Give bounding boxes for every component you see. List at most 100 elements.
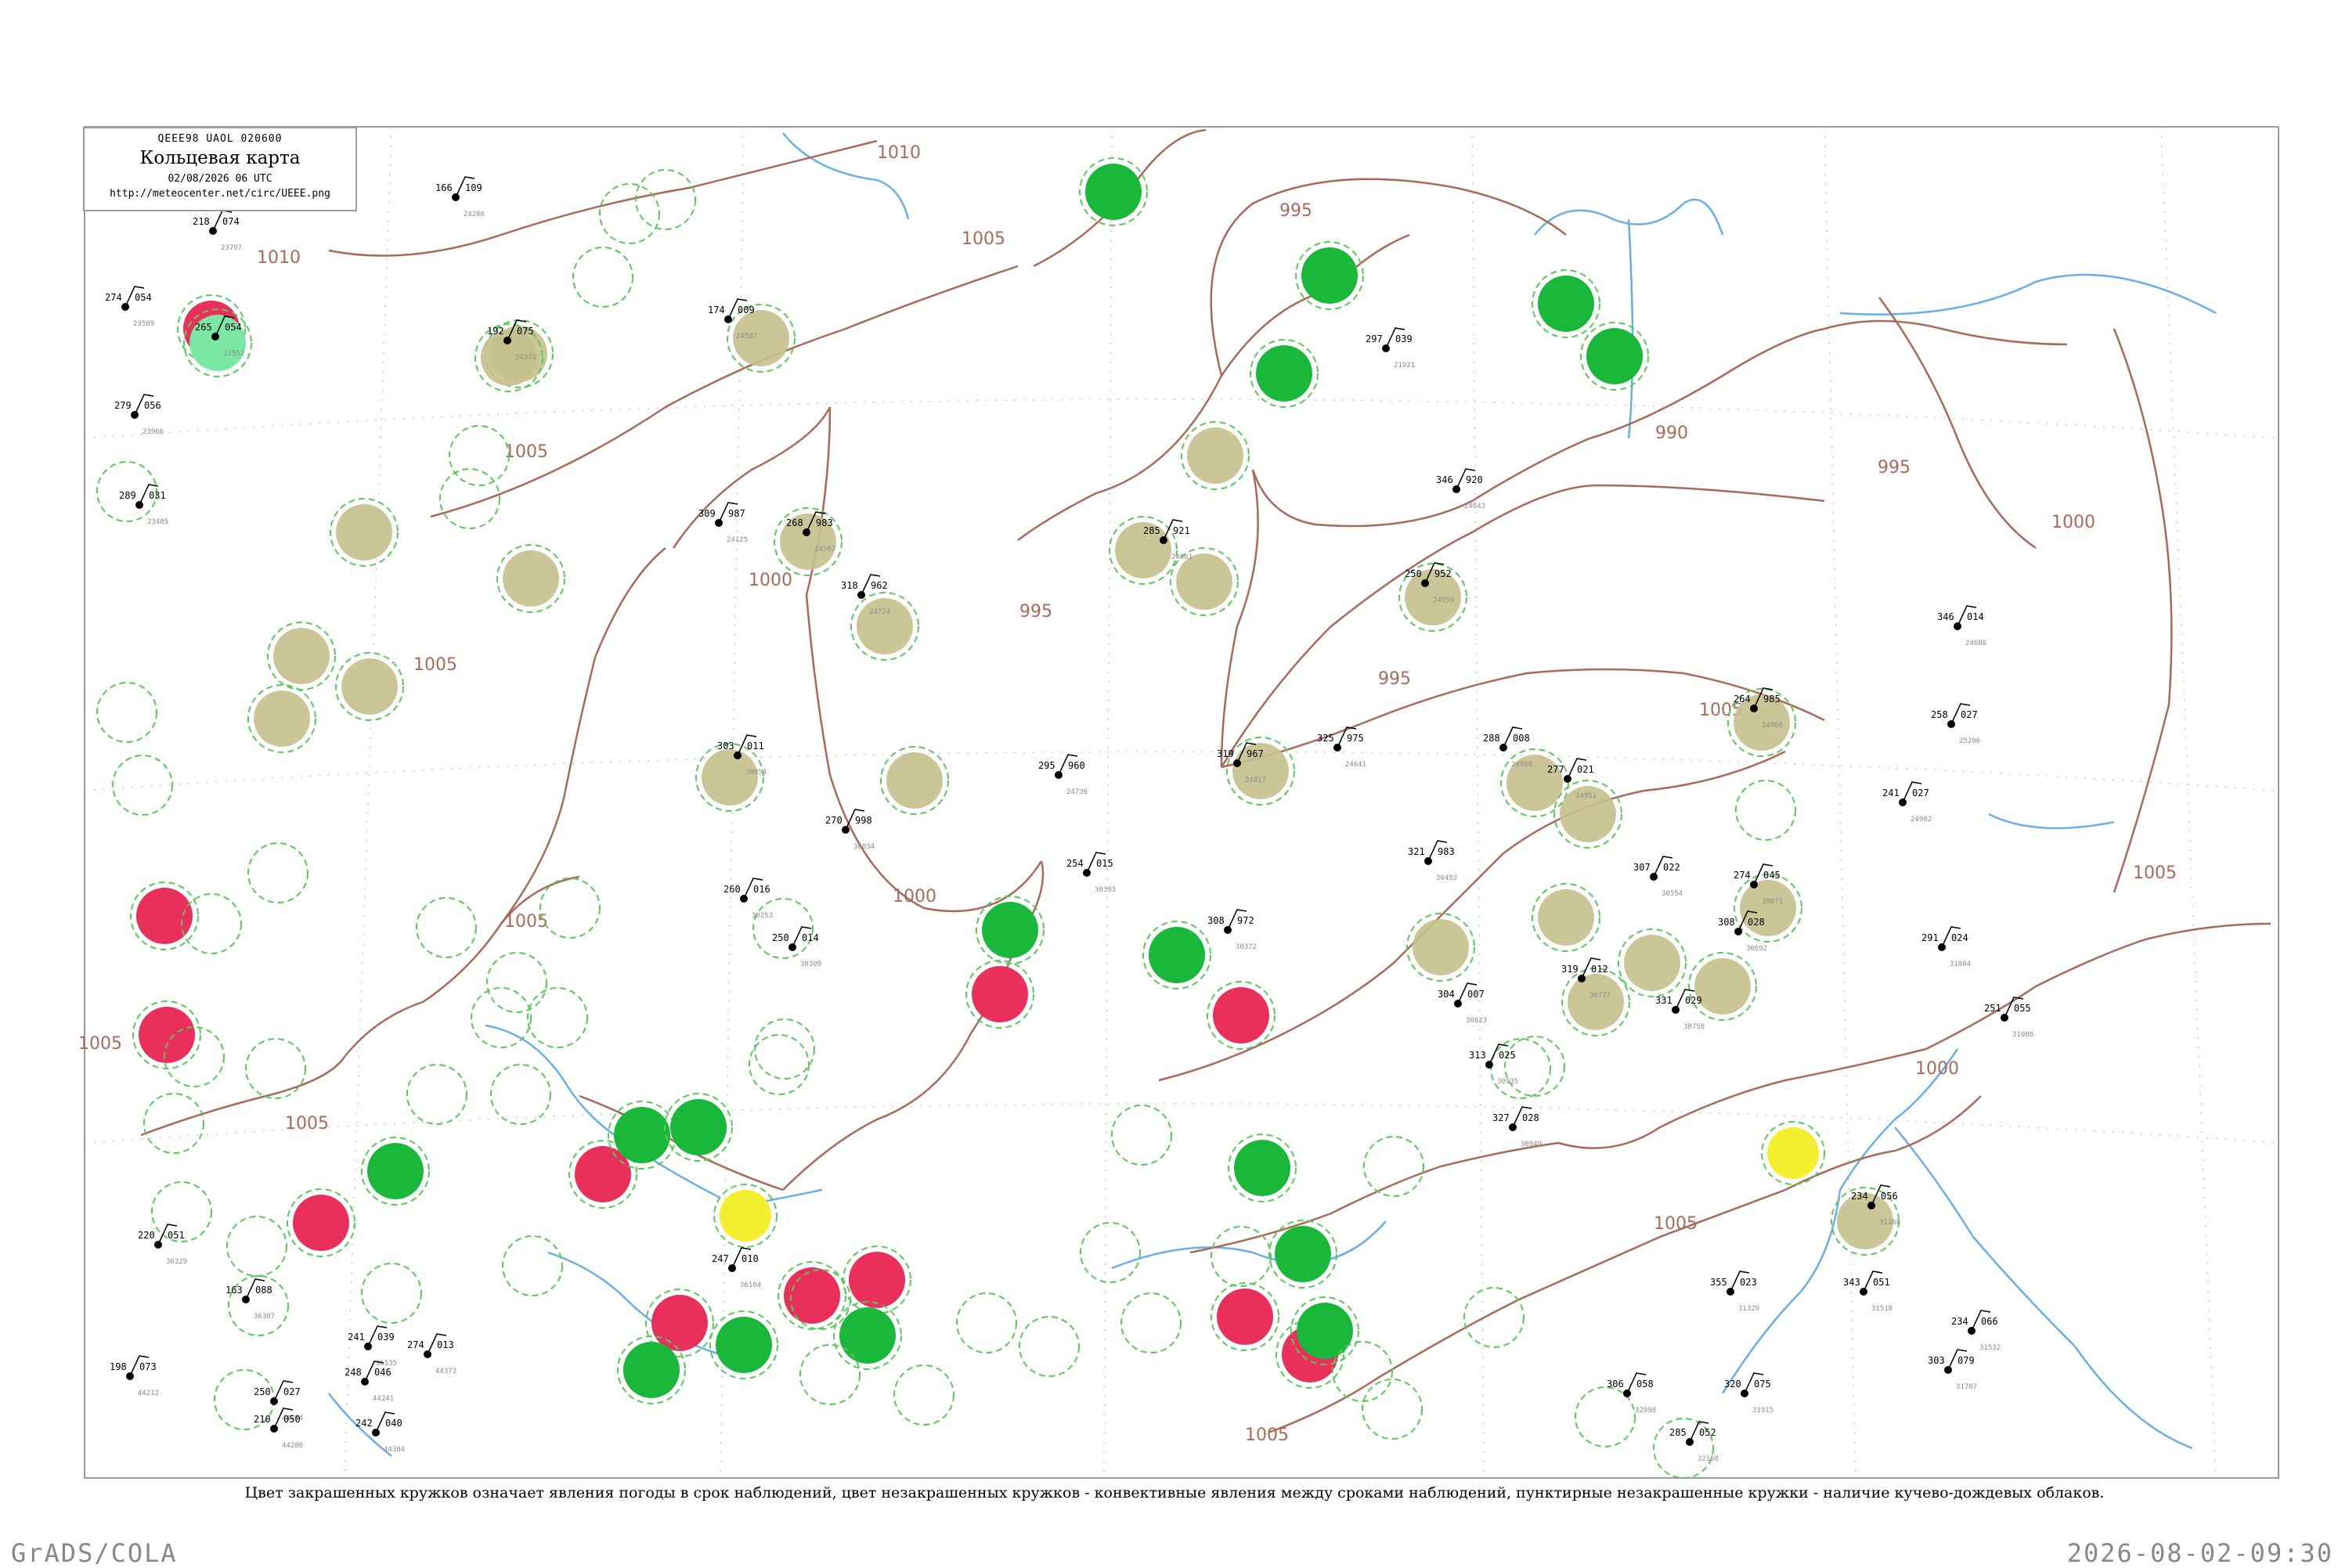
station-temperature: 327 <box>1492 1112 1510 1123</box>
station-pressure: 073 <box>139 1361 157 1372</box>
station-pressure: 027 <box>1912 788 1929 798</box>
station-pressure: 008 <box>1513 733 1530 744</box>
station-pressure: 983 <box>816 517 833 528</box>
station-pressure: 039 <box>1395 333 1413 344</box>
station-temperature: 248 <box>345 1367 362 1378</box>
weather-phenomenon-circle <box>849 1252 905 1308</box>
station-id: 24266 <box>464 211 485 218</box>
station-temperature: 289 <box>119 490 136 501</box>
station-id: 36104 <box>740 1281 761 1289</box>
station-id: 30823 <box>1466 1017 1487 1025</box>
station-pressure: 055 <box>2014 1003 2031 1014</box>
station-temperature: 320 <box>1724 1379 1741 1390</box>
station-temperature: 234 <box>1851 1191 1868 1202</box>
station-pressure: 998 <box>855 815 872 826</box>
station-temperature: 250 <box>254 1386 271 1397</box>
station-temperature: 174 <box>708 305 725 315</box>
station-pressure: 056 <box>1881 1191 1898 1202</box>
isobar-label: 995 <box>1279 201 1312 221</box>
map-url[interactable]: http://meteocenter.net/circ/UEEE.png <box>85 188 355 200</box>
footer-software: GrADS/COLA <box>11 1538 178 1568</box>
weather-phenomenon-circle <box>1297 1303 1353 1359</box>
station-temperature: 309 <box>698 508 716 519</box>
station-pressure: 046 <box>374 1367 392 1378</box>
station-id: 24817 <box>1245 777 1266 784</box>
station-temperature: 166 <box>435 182 453 193</box>
station-temperature: 343 <box>1843 1277 1860 1288</box>
station-pressure: 009 <box>738 305 755 315</box>
station-temperature: 268 <box>786 517 803 528</box>
station-temperature: 303 <box>1928 1355 1945 1366</box>
station-id: 32098 <box>1635 1407 1656 1415</box>
station-id: 24641 <box>1345 761 1366 769</box>
station-pressure: 011 <box>747 741 764 752</box>
station-id: 24661 <box>1171 553 1193 561</box>
station-temperature: 295 <box>1038 760 1055 771</box>
weather-phenomenon-circle <box>982 902 1038 958</box>
station-pressure: 010 <box>742 1253 759 1264</box>
isobar-label: 1005 <box>1654 1214 1698 1234</box>
station-id: 25206 <box>1959 737 1980 745</box>
station-temperature: 279 <box>114 400 132 411</box>
station-id: 30777 <box>1589 992 1611 1000</box>
station-id: 36229 <box>166 1258 187 1266</box>
station-temperature: 285 <box>1669 1427 1687 1438</box>
weather-phenomenon-circle <box>651 1295 708 1351</box>
station-temperature: 346 <box>1937 611 1954 622</box>
station-temperature: 234 <box>1951 1316 1968 1327</box>
station-pressure: 014 <box>802 932 819 943</box>
station-id: 24507 <box>736 333 757 341</box>
isobar-label: 1005 <box>78 1034 122 1054</box>
station-id: 24982 <box>1911 816 1932 824</box>
weather-phenomenon-circle <box>1740 880 1796 936</box>
weather-map: 1010 1005 1005 1005 1005 1005 1000 1000 … <box>78 126 2279 1479</box>
station-temperature: 319 <box>1561 964 1579 975</box>
station-temperature: 285 <box>1143 525 1160 536</box>
weather-phenomenon-circle <box>1234 1140 1290 1196</box>
isobar-label: 1005 <box>285 1114 329 1134</box>
weather-phenomenon-circle <box>503 550 559 607</box>
station-pressure: 058 <box>1636 1379 1654 1390</box>
isobar-label: 1000 <box>749 571 792 590</box>
weather-phenomenon-circle <box>702 749 758 806</box>
station-temperature: 251 <box>1984 1003 2001 1014</box>
station-id: 30935 <box>1497 1078 1518 1086</box>
isobar-label: 1005 <box>1245 1426 1289 1445</box>
weather-phenomenon-circle <box>1217 1289 1273 1345</box>
station-id: 44288 <box>282 1442 303 1450</box>
isobar-label: 995 <box>1878 458 1911 478</box>
weather-phenomenon-circle <box>1694 958 1751 1015</box>
station-pressure: 967 <box>1247 748 1264 759</box>
station-pressure: 031 <box>149 490 166 501</box>
map-header: QEEE98 UAOL 020600 Кольцевая карта 02/08… <box>83 127 357 211</box>
station-pressure: 040 <box>385 1418 402 1429</box>
station-temperature: 297 <box>1366 333 1383 344</box>
station-id: 21921 <box>1394 362 1415 369</box>
station-id: 30393 <box>1095 886 1116 894</box>
station-pressure: 054 <box>225 322 242 333</box>
station-pressure: 025 <box>1499 1050 1516 1061</box>
station-pressure: 985 <box>1763 694 1781 705</box>
map-caption: Цвет закрашенных кружков означает явлени… <box>244 1484 2105 1501</box>
isobar-label: 990 <box>1655 424 1688 443</box>
isobar-label: 1005 <box>413 655 457 675</box>
station-temperature: 254 <box>1066 858 1084 869</box>
station-id: 30673 <box>1762 898 1783 906</box>
station-pressure: 027 <box>283 1386 301 1397</box>
station-pressure: 920 <box>1466 474 1483 485</box>
isobar-label: 1000 <box>893 887 936 907</box>
station-temperature: 258 <box>1931 709 1948 720</box>
station-pressure: 075 <box>517 326 534 337</box>
station-pressure: 050 <box>283 1414 301 1425</box>
station-id: 23707 <box>221 244 242 252</box>
station-pressure: 051 <box>1873 1277 1890 1288</box>
station-id: 24951 <box>1575 792 1597 800</box>
weather-phenomenon-circle <box>614 1107 670 1163</box>
station-temperature: 355 <box>1710 1277 1727 1288</box>
station-pressure: 088 <box>255 1285 272 1296</box>
station-temperature: 198 <box>110 1361 127 1372</box>
station-pressure: 029 <box>1685 995 1702 1006</box>
station-pressure: 015 <box>1096 858 1113 869</box>
station-id: 24959 <box>1433 597 1454 604</box>
weather-phenomenon-circle <box>972 966 1028 1022</box>
